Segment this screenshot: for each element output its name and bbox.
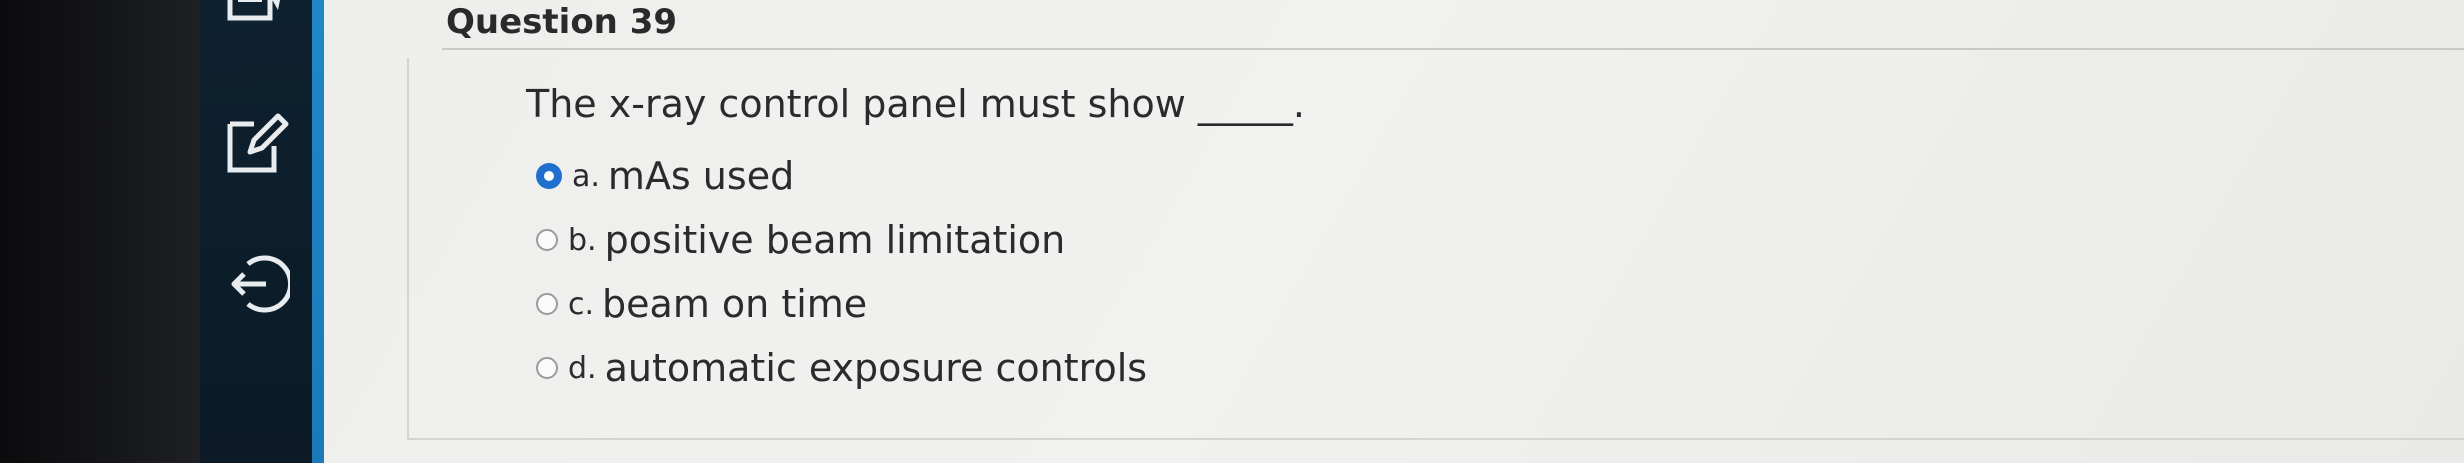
screen-bezel — [0, 0, 200, 463]
radio-button[interactable] — [536, 293, 558, 315]
flag-icon[interactable] — [226, 0, 286, 30]
quiz-side-rail — [200, 0, 322, 463]
answer-option-a[interactable]: a. mAs used — [536, 152, 794, 200]
answer-text: positive beam limitation — [604, 218, 1066, 262]
edit-icon[interactable] — [224, 110, 290, 176]
answer-option-c[interactable]: c. beam on time — [536, 280, 867, 328]
answer-letter: d. — [568, 350, 597, 386]
question-text: The x-ray control panel must show _____. — [526, 82, 1305, 126]
answer-text: beam on time — [602, 282, 868, 326]
answer-letter: a. — [572, 158, 600, 194]
radio-button[interactable] — [536, 229, 558, 251]
answer-text: mAs used — [607, 154, 795, 198]
answer-option-d[interactable]: d. automatic exposure controls — [536, 344, 1147, 392]
answer-option-b[interactable]: b. positive beam limitation — [536, 216, 1065, 264]
radio-button-selected[interactable] — [536, 163, 562, 189]
question-page: Question 39 The x-ray control panel must… — [324, 0, 2464, 463]
question-title: Question 39 — [446, 2, 678, 42]
radio-button[interactable] — [536, 357, 558, 379]
answer-letter: c. — [568, 286, 595, 322]
answer-letter: b. — [568, 222, 597, 258]
exit-icon[interactable] — [226, 252, 290, 316]
title-divider — [442, 48, 2464, 50]
answer-text: automatic exposure controls — [604, 346, 1148, 390]
accent-strip — [312, 0, 324, 463]
